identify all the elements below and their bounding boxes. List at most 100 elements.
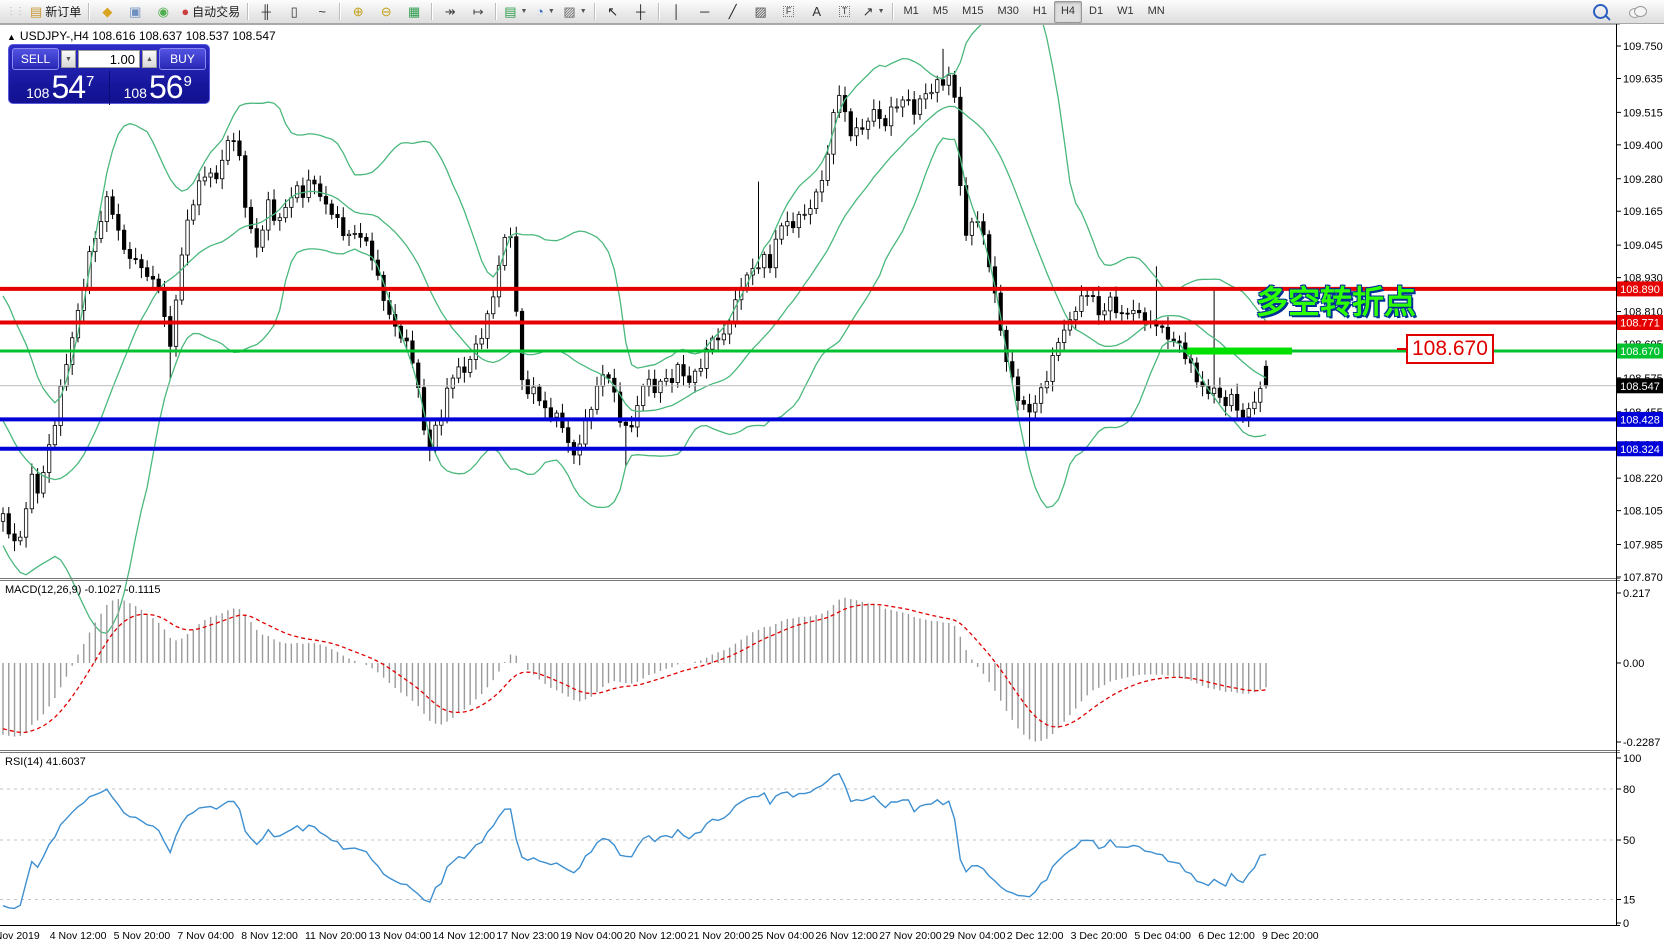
bar-chart-icon[interactable]: ╫ xyxy=(252,1,280,23)
signal-icon-glyph: ◉ xyxy=(158,5,169,18)
crosshair-button[interactable]: ┼ xyxy=(627,1,655,23)
symbol-period-label: USDJPY-,H4 xyxy=(20,29,89,43)
time-axis-label: 13 Nov 04:00 xyxy=(369,930,432,942)
macd-label: MACD(12,26,9) -0.1027 -0.1115 xyxy=(5,584,161,596)
timeframe-m5[interactable]: M5 xyxy=(926,1,955,23)
timeframe-mn[interactable]: MN xyxy=(1141,1,1172,23)
crosshair-glyph: ┼ xyxy=(636,5,645,18)
toolbar-separator xyxy=(247,3,249,20)
timeframe-m30[interactable]: M30 xyxy=(990,1,1025,23)
time-axis-label: 8 Nov 12:00 xyxy=(241,930,298,942)
main-toolbar: ⋮⋮ ▤新订单◆▣◉●自动交易╫▯~⊕⊖▦↠↦▤▼◔▼▨▼↖┼│─╱▨FAT↗▼… xyxy=(0,0,1664,24)
buy-button[interactable]: BUY xyxy=(159,48,206,70)
time-axis-label: 27 Nov 20:00 xyxy=(879,930,942,942)
periods-button[interactable]: ◔▼ xyxy=(531,1,559,23)
buy-price[interactable]: 108569 xyxy=(110,71,207,105)
vline-button[interactable]: │ xyxy=(663,1,691,23)
fibonacci-button[interactable]: F xyxy=(775,1,803,23)
new-order-button[interactable]: ▤新订单 xyxy=(26,1,85,23)
toolbar-separator xyxy=(658,3,660,20)
axis-tick-label: 0.217 xyxy=(1623,588,1651,600)
time-axis-label: 9 Dec 20:00 xyxy=(1262,930,1319,942)
zoom-in-icon[interactable]: ⊕ xyxy=(344,1,372,23)
indicators-glyph: ▤ xyxy=(504,5,516,18)
timeframe-d1[interactable]: D1 xyxy=(1082,1,1110,23)
chart-shift-icon[interactable]: ↦ xyxy=(464,1,492,23)
sell-price[interactable]: 108547 xyxy=(12,71,110,105)
time-axis-label: 29 Nov 04:00 xyxy=(943,930,1006,942)
fibonacci-glyph: F xyxy=(783,6,795,17)
sell-button[interactable]: SELL xyxy=(12,48,59,70)
chevron-down-icon[interactable]: ▼ xyxy=(580,8,587,15)
candlestick-chart-icon[interactable]: ▯ xyxy=(280,1,308,23)
timeframe-toolbar: M1M5M15M30H1H4D1W1MN xyxy=(897,1,1172,23)
time-axis-label: 26 Nov 12:00 xyxy=(815,930,878,942)
indicators-button[interactable]: ▤▼ xyxy=(500,1,531,23)
one-click-trading-panel: SELL ▼ ▲ BUY 108547 108569 xyxy=(8,44,210,104)
axis-tick-label: 108.220 xyxy=(1623,473,1663,485)
svg-text:108.670: 108.670 xyxy=(1620,346,1660,358)
hline-button[interactable]: ─ xyxy=(691,1,719,23)
line-chart-icon[interactable]: ~ xyxy=(308,1,336,23)
rsi-label: RSI(14) 41.6037 xyxy=(5,756,86,768)
axis-tick-label: 15 xyxy=(1623,895,1635,907)
candlestick-chart-icon-glyph: ▯ xyxy=(291,5,298,18)
highlight-trendline xyxy=(1187,348,1292,355)
channel-glyph: ▨ xyxy=(755,5,767,18)
gold-bars-icon[interactable]: ◆ xyxy=(93,1,121,23)
axis-tick-label: 0 xyxy=(1623,918,1629,930)
text-glyph: A xyxy=(812,5,821,18)
new-order-button-label: 新订单 xyxy=(45,3,81,20)
timeframe-w1[interactable]: W1 xyxy=(1110,1,1141,23)
periods-glyph: ◔ xyxy=(536,5,544,18)
trendline-button[interactable]: ╱ xyxy=(719,1,747,23)
timeframe-h1[interactable]: H1 xyxy=(1026,1,1054,23)
svg-text:108.771: 108.771 xyxy=(1620,318,1660,330)
community-chat-button[interactable] xyxy=(1624,1,1652,23)
auto-trading-button-label: 自动交易 xyxy=(192,3,240,20)
tile-windows-icon-glyph: ▦ xyxy=(408,5,420,18)
time-axis-label: 3 Dec 20:00 xyxy=(1071,930,1128,942)
signal-icon[interactable]: ◉ xyxy=(149,1,177,23)
arrows-button[interactable]: ↗▼ xyxy=(859,1,889,23)
toolbar-drag-handle[interactable]: ⋮⋮ xyxy=(6,6,24,17)
axis-tick-label: 109.750 xyxy=(1623,41,1663,53)
chart-header: ▲USDJPY-,H4 108.616 108.637 108.537 108.… xyxy=(7,29,276,43)
zoom-out-icon[interactable]: ⊖ xyxy=(372,1,400,23)
price-level-tag[interactable]: 108.670 xyxy=(1406,334,1494,364)
volume-increase-button[interactable]: ▲ xyxy=(142,50,157,68)
axis-tick-label: 50 xyxy=(1623,835,1635,847)
expander-icon[interactable]: ▲ xyxy=(7,32,16,42)
templates-button[interactable]: ▨▼ xyxy=(559,1,590,23)
volume-input[interactable] xyxy=(78,50,140,68)
time-axis-label: 2 Dec 12:00 xyxy=(1007,930,1064,942)
timeframe-m1[interactable]: M1 xyxy=(897,1,926,23)
time-axis-label: 14 Nov 12:00 xyxy=(433,930,496,942)
search-icon xyxy=(1593,4,1608,19)
volume-decrease-button[interactable]: ▼ xyxy=(61,50,76,68)
chart-canvas[interactable]: 109.750109.635109.515109.400109.280109.1… xyxy=(0,0,1664,949)
auto-trading-glyph: ● xyxy=(181,5,189,18)
time-axis-label: 17 Nov 23:00 xyxy=(496,930,559,942)
auto-trading-button[interactable]: ●自动交易 xyxy=(177,1,244,23)
terminal-icon-glyph: ▣ xyxy=(129,5,141,18)
toolbar-separator xyxy=(892,3,894,20)
cursor-button[interactable]: ↖ xyxy=(599,1,627,23)
chevron-down-icon[interactable]: ▼ xyxy=(878,8,885,15)
time-axis-label: 20 Nov 12:00 xyxy=(624,930,687,942)
axis-tick-label: 107.870 xyxy=(1623,572,1663,584)
chevron-down-icon[interactable]: ▼ xyxy=(520,8,527,15)
channel-button[interactable]: ▨ xyxy=(747,1,775,23)
text-button[interactable]: A xyxy=(803,1,831,23)
chevron-down-icon[interactable]: ▼ xyxy=(548,8,555,15)
axis-tick-label: 109.045 xyxy=(1623,240,1663,252)
terminal-icon[interactable]: ▣ xyxy=(121,1,149,23)
label-button[interactable]: T xyxy=(831,1,859,23)
search-button[interactable] xyxy=(1586,1,1614,23)
gold-bars-icon-glyph: ◆ xyxy=(102,5,112,18)
cursor-glyph: ↖ xyxy=(607,5,618,18)
auto-scroll-icon[interactable]: ↠ xyxy=(436,1,464,23)
tile-windows-icon[interactable]: ▦ xyxy=(400,1,428,23)
timeframe-m15[interactable]: M15 xyxy=(955,1,990,23)
timeframe-h4[interactable]: H4 xyxy=(1054,1,1082,23)
